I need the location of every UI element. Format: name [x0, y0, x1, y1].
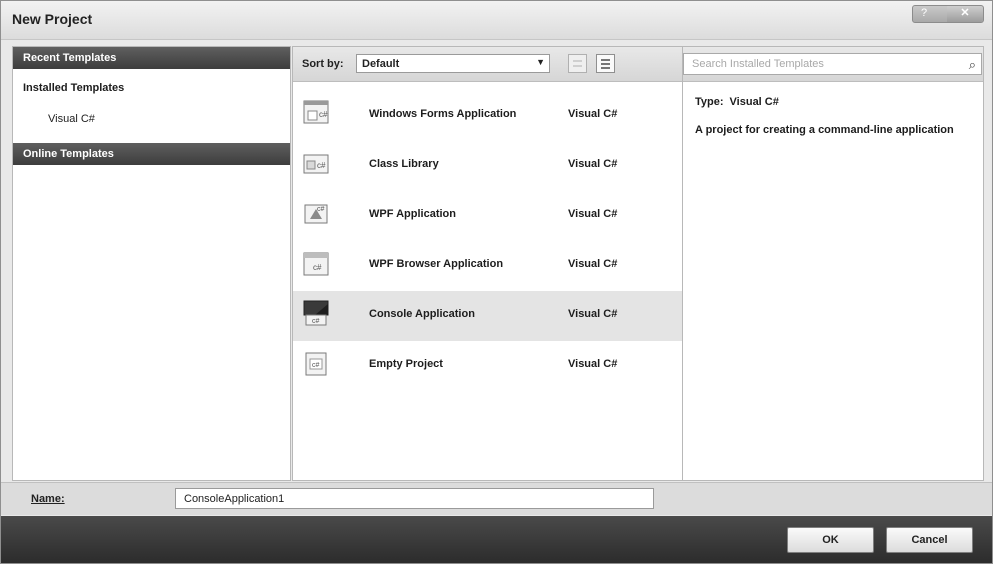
template-type: Type: Visual C#	[695, 96, 779, 108]
template-name: WPF Application	[369, 208, 456, 220]
template-item-windows-forms[interactable]: c# Windows Forms Application Visual C#	[293, 91, 682, 141]
dialog-footer: OK Cancel	[1, 516, 992, 563]
search-toolbar: ⌕	[683, 47, 983, 82]
template-language: Visual C#	[568, 308, 618, 320]
name-label: Name:	[31, 493, 65, 505]
wpf-browser-icon: c#	[303, 252, 329, 276]
template-name: Empty Project	[369, 358, 443, 370]
category-visual-csharp[interactable]: Visual C#	[13, 107, 290, 131]
template-language: Visual C#	[568, 208, 618, 220]
window-title: New Project	[12, 11, 93, 27]
template-toolbar: Sort by: Default ▼	[293, 47, 682, 82]
new-project-dialog: New Project ? ✕ Recent Templates Install…	[0, 0, 993, 564]
list-view-button[interactable]	[596, 54, 615, 73]
small-icons-view-button[interactable]	[568, 54, 587, 73]
window-controls: ? ✕	[912, 5, 984, 23]
winforms-icon: c#	[303, 100, 329, 124]
project-name-input[interactable]	[182, 492, 646, 506]
template-category-pane: Recent Templates Installed Templates Vis…	[12, 46, 291, 481]
svg-text:c#: c#	[317, 206, 325, 213]
template-description: A project for creating a command-line ap…	[695, 124, 954, 136]
search-input[interactable]	[690, 57, 949, 71]
console-icon: c#	[303, 300, 329, 326]
close-icon[interactable]: ✕	[947, 6, 983, 22]
template-item-wpf-application[interactable]: c# WPF Application Visual C#	[293, 191, 682, 241]
title-bar[interactable]: New Project ? ✕	[1, 1, 992, 40]
sort-value: Default	[362, 58, 400, 70]
name-row: Name:	[1, 482, 992, 515]
template-language: Visual C#	[568, 258, 618, 270]
template-name: Class Library	[369, 158, 439, 170]
ok-button[interactable]: OK	[787, 527, 874, 553]
template-item-class-library[interactable]: c# Class Library Visual C#	[293, 141, 682, 191]
name-field[interactable]	[175, 488, 654, 509]
template-item-wpf-browser[interactable]: c# WPF Browser Application Visual C#	[293, 241, 682, 291]
template-language: Visual C#	[568, 158, 618, 170]
sort-dropdown[interactable]: Default ▼	[356, 54, 550, 73]
category-recent-templates[interactable]: Recent Templates	[13, 47, 290, 69]
template-name: WPF Browser Application	[369, 258, 504, 270]
template-language: Visual C#	[568, 108, 618, 120]
template-name: Console Application	[369, 308, 475, 320]
template-name: Windows Forms Application	[369, 108, 517, 120]
search-icon[interactable]: ⌕	[969, 57, 976, 73]
class-library-icon: c#	[303, 154, 329, 174]
template-item-empty-project[interactable]: c# Empty Project Visual C#	[293, 341, 682, 391]
template-item-console-application[interactable]: c# Console Application Visual C#	[293, 291, 682, 341]
empty-project-icon: c#	[305, 352, 327, 376]
template-list-pane: Sort by: Default ▼ c# Windows Forms Appl…	[292, 46, 683, 481]
cancel-button[interactable]: Cancel	[886, 527, 973, 553]
svg-text:c#: c#	[317, 161, 326, 170]
wpf-icon: c#	[304, 204, 328, 224]
chevron-down-icon: ▼	[536, 57, 545, 67]
svg-text:c#: c#	[312, 318, 320, 325]
svg-text:c#: c#	[313, 263, 322, 272]
search-box[interactable]: ⌕	[683, 53, 982, 75]
category-online-templates[interactable]: Online Templates	[13, 143, 290, 165]
type-value: Visual C#	[729, 96, 779, 108]
help-icon[interactable]: ?	[921, 6, 927, 21]
template-language: Visual C#	[568, 358, 618, 370]
category-installed-templates[interactable]: Installed Templates	[13, 77, 290, 99]
svg-text:c#: c#	[319, 110, 328, 119]
template-details-pane: ⌕ Type: Visual C# A project for creating …	[682, 46, 984, 481]
type-label: Type:	[695, 96, 724, 108]
svg-text:c#: c#	[312, 362, 320, 369]
sort-label: Sort by:	[302, 58, 344, 70]
